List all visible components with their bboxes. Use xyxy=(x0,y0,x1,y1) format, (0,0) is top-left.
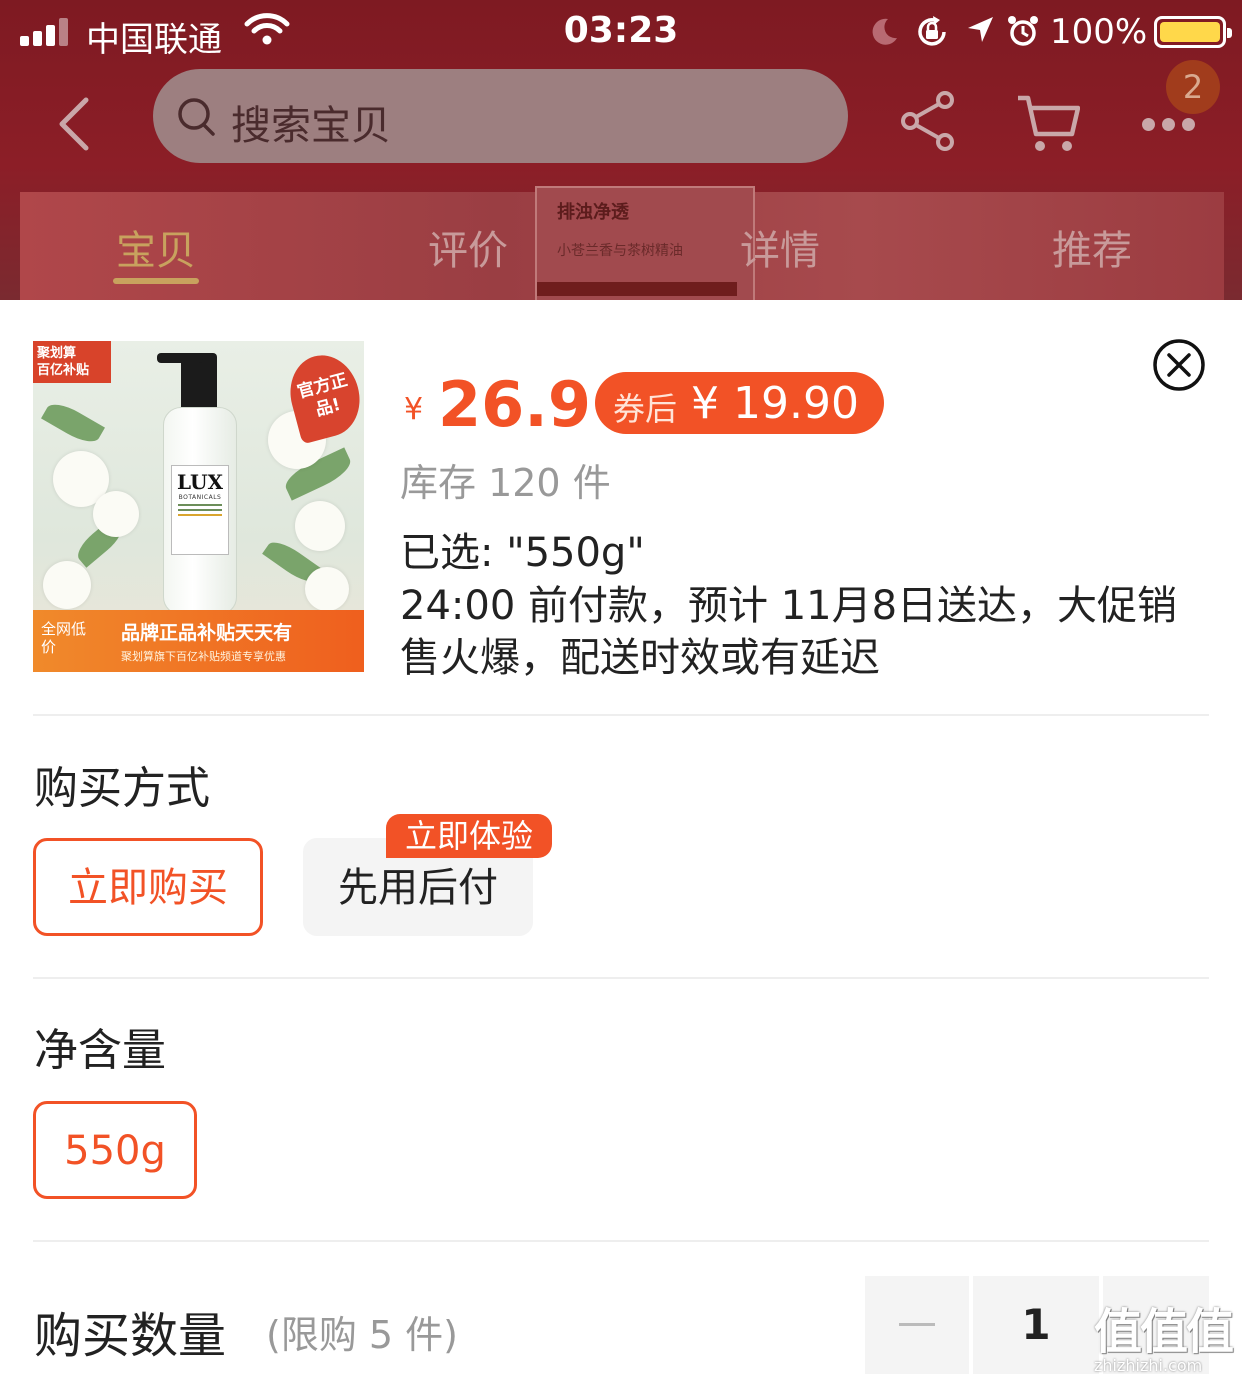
purchase-method-title: 购买方式 xyxy=(34,763,210,814)
bottle-brand: LUX xyxy=(177,470,223,494)
battery-icon xyxy=(1154,16,1232,48)
size-option-550g[interactable]: 550g xyxy=(33,1101,197,1199)
watermark-mark: 值值值 xyxy=(1094,1304,1234,1360)
coupon-price-pill: 券后 ¥ 19.90 xyxy=(595,372,884,434)
divider xyxy=(33,977,1209,979)
stock-count: 库存 120 件 xyxy=(400,461,611,505)
quantity-title: 购买数量 xyxy=(34,1308,227,1364)
quantity-limit: (限购 5 件) xyxy=(266,1313,458,1357)
watermark: 值值值 zhizhizhi.com xyxy=(1094,1292,1240,1375)
tab-reviews[interactable]: 评价 xyxy=(388,218,548,276)
selected-variant: 已选: "550g" xyxy=(400,530,645,576)
divider xyxy=(33,714,1209,716)
more-icon[interactable] xyxy=(1142,118,1196,132)
decrement-button[interactable] xyxy=(865,1276,969,1374)
banner-sub-text: 聚划算旗下百亿补贴频道专享优惠 xyxy=(121,650,286,663)
divider xyxy=(33,1240,1209,1242)
rotation-lock-icon xyxy=(918,16,946,46)
tab-active-indicator xyxy=(113,278,199,284)
quantity-value[interactable]: 1 xyxy=(973,1276,1099,1374)
subsidy-banner: 全网低价 品牌正品补贴天天有 聚划算旗下百亿补贴频道专享优惠 xyxy=(33,610,364,672)
product-thumbnail[interactable]: LUX BOTANICALS 聚划算 百亿补贴 官方正品! 全网低价 品牌正品补… xyxy=(33,341,364,672)
coupon-label: 券后 xyxy=(613,390,678,428)
product-bottle: LUX BOTANICALS xyxy=(157,353,237,615)
status-bar: 中国联通 03:23 100% xyxy=(0,0,1242,66)
location-arrow-icon xyxy=(968,17,993,42)
battery-percent: 100% xyxy=(1050,12,1148,52)
bottle-sub: BOTANICALS xyxy=(178,494,222,501)
alarm-icon xyxy=(1008,16,1038,46)
delivery-estimate: 24:00 前付款，预计 11月8日送达，大促销售火爆，配送时效或有延迟 xyxy=(400,583,1178,681)
minus-icon xyxy=(899,1323,935,1326)
background-page: 排浊净透 小苍兰香与茶树精油 中国联通 03:23 100% 搜索宝贝 2 宝贝… xyxy=(0,0,1242,300)
search-placeholder: 搜索宝贝 xyxy=(231,103,391,149)
net-content-title: 净含量 xyxy=(34,1025,166,1076)
coupon-price: ¥ 19.90 xyxy=(691,378,859,429)
close-icon[interactable] xyxy=(1152,338,1206,392)
buy-now-option[interactable]: 立即购买 xyxy=(33,838,263,936)
search-icon xyxy=(178,98,215,136)
tab-item[interactable]: 宝贝 xyxy=(76,218,236,276)
cart-icon[interactable] xyxy=(1016,92,1080,154)
share-icon[interactable] xyxy=(898,90,958,152)
subsidy-corner-tag: 聚划算 百亿补贴 xyxy=(33,341,111,383)
sku-sheet: LUX BOTANICALS 聚划算 百亿补贴 官方正品! 全网低价 品牌正品补… xyxy=(0,300,1242,1375)
tab-recommend[interactable]: 推荐 xyxy=(1012,218,1172,276)
nav-bar: 搜索宝贝 2 xyxy=(0,60,1242,186)
moon-icon xyxy=(872,18,897,45)
banner-main-text: 品牌正品补贴天天有 xyxy=(121,622,293,644)
tab-details[interactable]: 详情 xyxy=(700,218,860,276)
banner-lowest-price: 全网低价 xyxy=(41,620,87,656)
tab-bar: 宝贝 评价 详情 推荐 xyxy=(0,196,1242,300)
cart-badge: 2 xyxy=(1166,60,1220,114)
price: 26.9 xyxy=(438,368,591,441)
price-currency: ¥ xyxy=(404,392,424,427)
try-now-tag: 立即体验 xyxy=(386,814,552,858)
search-input[interactable]: 搜索宝贝 xyxy=(153,69,848,163)
back-arrow-icon[interactable] xyxy=(54,96,94,152)
